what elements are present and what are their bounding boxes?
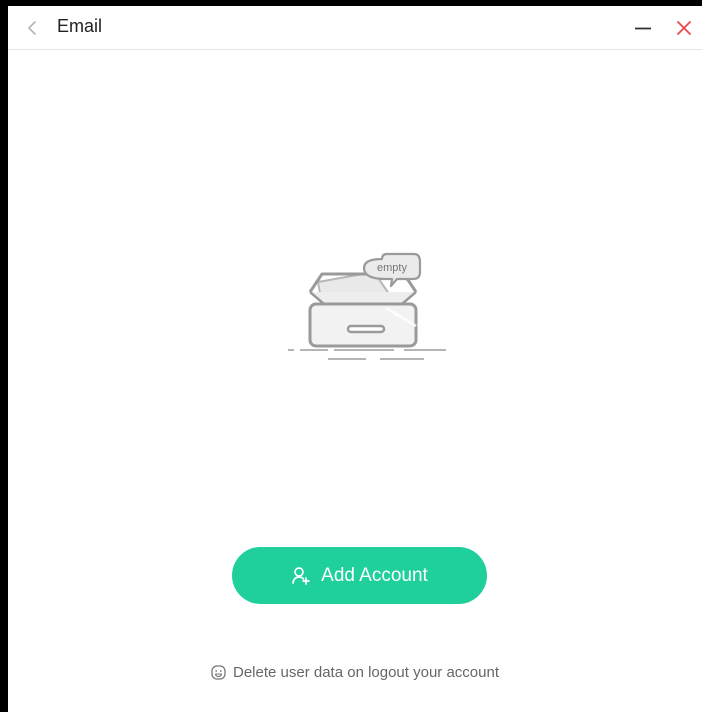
empty-inbox-icon: empty [288,252,446,360]
empty-state-illustration: empty [274,246,446,366]
add-account-button[interactable]: Add Account [232,547,487,604]
close-button[interactable] [671,14,697,42]
logout-data-note: Delete user data on logout your account [8,664,702,681]
smiley-icon [211,665,226,680]
window-title: Email [57,16,103,36]
add-user-icon [292,566,310,585]
chevron-left-icon [28,21,36,35]
minimize-button[interactable] [630,14,656,42]
close-icon [677,21,691,35]
back-button[interactable] [22,14,44,42]
title-bar: Email [8,6,702,50]
add-account-label: Add Account [321,564,428,586]
empty-bubble-label: empty [377,262,407,274]
email-window: Email empty Add Account Delete user data… [8,6,702,712]
logout-data-text: Delete user data on logout your account [232,664,499,681]
minimize-icon [635,27,651,30]
screen-frame: Email empty Add Account Delete user data… [0,0,702,712]
